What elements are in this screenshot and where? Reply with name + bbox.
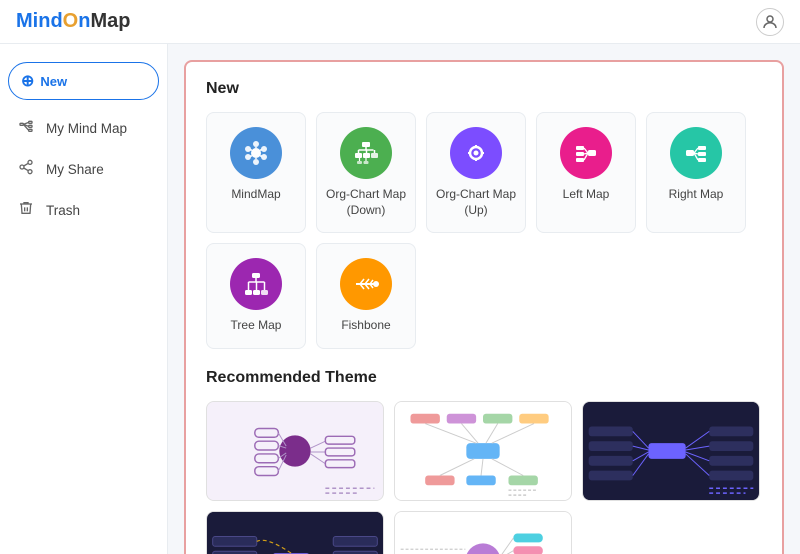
theme-grid (206, 401, 762, 554)
trash-icon (16, 200, 36, 221)
map-item-mindmap[interactable]: MindMap (206, 112, 306, 233)
main-content: New (168, 44, 800, 554)
logo: MindOnMap (16, 10, 130, 33)
map-item-org-chart-down[interactable]: Org-Chart Map (Down) (316, 112, 416, 233)
map-label: Right Map (669, 187, 724, 203)
map-label: Org-Chart Map (Up) (435, 187, 517, 218)
theme-card-5[interactable] (394, 511, 572, 554)
org-chart-down-icon (340, 127, 392, 179)
map-item-org-chart-up[interactable]: Org-Chart Map (Up) (426, 112, 526, 233)
user-icon[interactable] (756, 8, 784, 36)
theme-card-2[interactable] (394, 401, 572, 501)
sidebar-item-label: Trash (46, 203, 80, 218)
logo-text: MindOnMap (16, 10, 130, 33)
sidebar-item-my-mind-map[interactable]: My Mind Map (0, 108, 167, 149)
left-map-icon (560, 127, 612, 179)
mind-map-icon (16, 118, 36, 139)
layout: ⊕ New My Mind Map M (0, 44, 800, 554)
map-label: Left Map (563, 187, 610, 203)
map-item-fishbone[interactable]: Fishbone (316, 243, 416, 349)
share-icon (16, 159, 36, 180)
sidebar-item-trash[interactable]: Trash (0, 190, 167, 231)
content-box: New (184, 60, 784, 554)
sidebar-item-label: My Share (46, 162, 104, 177)
org-chart-up-icon (450, 127, 502, 179)
map-item-tree-map[interactable]: Tree Map (206, 243, 306, 349)
sidebar: ⊕ New My Mind Map M (0, 44, 168, 554)
sidebar-item-my-share[interactable]: My Share (0, 149, 167, 190)
theme-card-3[interactable] (582, 401, 760, 501)
theme-card-4[interactable] (206, 511, 384, 554)
theme-section-title: Recommended Theme (206, 369, 762, 387)
theme-card-1[interactable] (206, 401, 384, 501)
new-label: New (40, 74, 67, 89)
map-label: MindMap (231, 187, 280, 203)
map-label: Org-Chart Map (Down) (325, 187, 407, 218)
fishbone-icon (340, 258, 392, 310)
map-item-right-map[interactable]: Right Map (646, 112, 746, 233)
map-grid: MindMap (206, 112, 762, 349)
sidebar-item-label: My Mind Map (46, 121, 127, 136)
header: MindOnMap (0, 0, 800, 44)
new-button[interactable]: ⊕ New (8, 62, 159, 100)
tree-map-icon (230, 258, 282, 310)
right-map-icon (670, 127, 722, 179)
map-item-left-map[interactable]: Left Map (536, 112, 636, 233)
new-section-title: New (206, 80, 762, 98)
mindmap-icon (230, 127, 282, 179)
map-label: Fishbone (341, 318, 390, 334)
map-label: Tree Map (231, 318, 282, 334)
plus-icon: ⊕ (21, 71, 34, 91)
